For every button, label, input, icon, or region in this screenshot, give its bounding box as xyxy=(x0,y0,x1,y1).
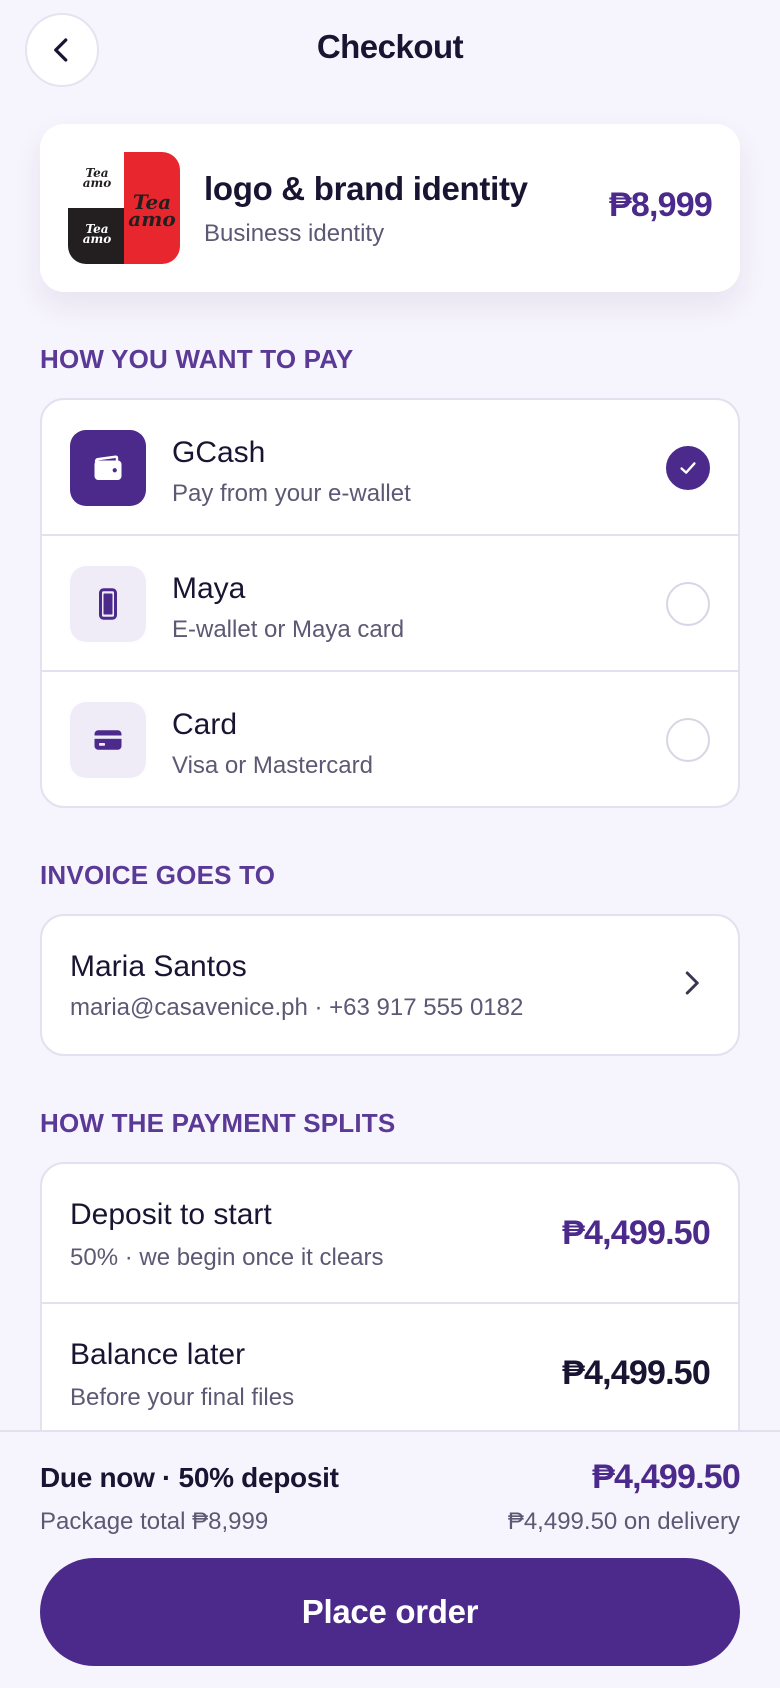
payment-option-gcash[interactable]: GCash Pay from your e-wallet xyxy=(42,400,738,536)
invoice-name: Maria Santos xyxy=(70,950,247,983)
payment-option-title: Maya xyxy=(172,572,246,605)
product-category: Business identity xyxy=(204,220,385,247)
split-section-label: HOW THE PAYMENT SPLITS xyxy=(40,1108,396,1138)
payment-option-subtitle: Visa or Mastercard xyxy=(172,752,373,779)
radio-unselected[interactable] xyxy=(666,582,710,626)
split-subtitle: Before your final files xyxy=(70,1384,295,1411)
product-name: logo & brand identity xyxy=(204,170,528,207)
split-title: Balance later xyxy=(70,1338,246,1371)
payment-option-maya[interactable]: Maya E-wallet or Maya card xyxy=(42,536,738,672)
package-total: Package total ₱8,999 xyxy=(40,1508,269,1535)
split-row-balance: Balance later Before your final files ₱4… xyxy=(42,1304,738,1444)
payment-options: GCash Pay from your e-wallet Maya E-wall… xyxy=(40,398,740,808)
split-amount: ₱4,499.50 xyxy=(562,1214,711,1252)
split-subtitle: 50% · we begin once it clears xyxy=(70,1244,384,1271)
invoice-card[interactable]: Maria Santos maria@casavenice.ph · +63 9… xyxy=(40,914,740,1056)
split-row-deposit: Deposit to start 50% · we begin once it … xyxy=(42,1164,738,1304)
payment-option-card[interactable]: Card Visa or Mastercard xyxy=(42,672,738,806)
product-thumbnail: Tea amo Tea amo Tea amo xyxy=(68,152,180,264)
product-price: ₱8,999 xyxy=(609,186,713,224)
wallet-icon xyxy=(70,430,146,506)
checkout-footer: Due now · 50% deposit ₱4,499.50 Package … xyxy=(0,1430,780,1688)
split-amount: ₱4,499.50 xyxy=(562,1354,711,1392)
brand-logo-mark: Tea amo xyxy=(82,166,112,191)
radio-selected[interactable] xyxy=(666,446,710,490)
payment-option-title: GCash xyxy=(172,436,266,469)
check-icon xyxy=(680,462,696,474)
payment-option-title: Card xyxy=(172,708,238,741)
payment-option-subtitle: E-wallet or Maya card xyxy=(172,616,405,643)
payment-section-label: HOW YOU WANT TO PAY xyxy=(40,344,354,374)
invoice-contact: maria@casavenice.ph · +63 917 555 0182 xyxy=(70,994,524,1021)
chevron-right-icon xyxy=(685,971,699,995)
brand-logo-mark: Tea amo xyxy=(128,190,176,231)
header: Checkout xyxy=(0,0,780,100)
due-now-label: Due now · 50% deposit xyxy=(40,1462,339,1493)
due-now-amount: ₱4,499.50 xyxy=(592,1458,741,1496)
credit-card-icon xyxy=(70,702,146,778)
split-title: Deposit to start xyxy=(70,1198,272,1231)
split-card: Deposit to start 50% · we begin once it … xyxy=(40,1162,740,1462)
phone-icon xyxy=(70,566,146,642)
delivery-note: ₱4,499.50 on delivery xyxy=(507,1508,740,1535)
product-card: Tea amo Tea amo Tea amo logo & brand identi… xyxy=(40,124,740,292)
radio-unselected[interactable] xyxy=(666,718,710,762)
brand-logo-mark: Tea amo xyxy=(82,222,112,247)
place-order-button[interactable]: Place order xyxy=(40,1558,740,1666)
invoice-section-label: INVOICE GOES TO xyxy=(40,860,276,890)
payment-option-subtitle: Pay from your e-wallet xyxy=(172,480,411,507)
page-title: Checkout xyxy=(316,28,464,65)
